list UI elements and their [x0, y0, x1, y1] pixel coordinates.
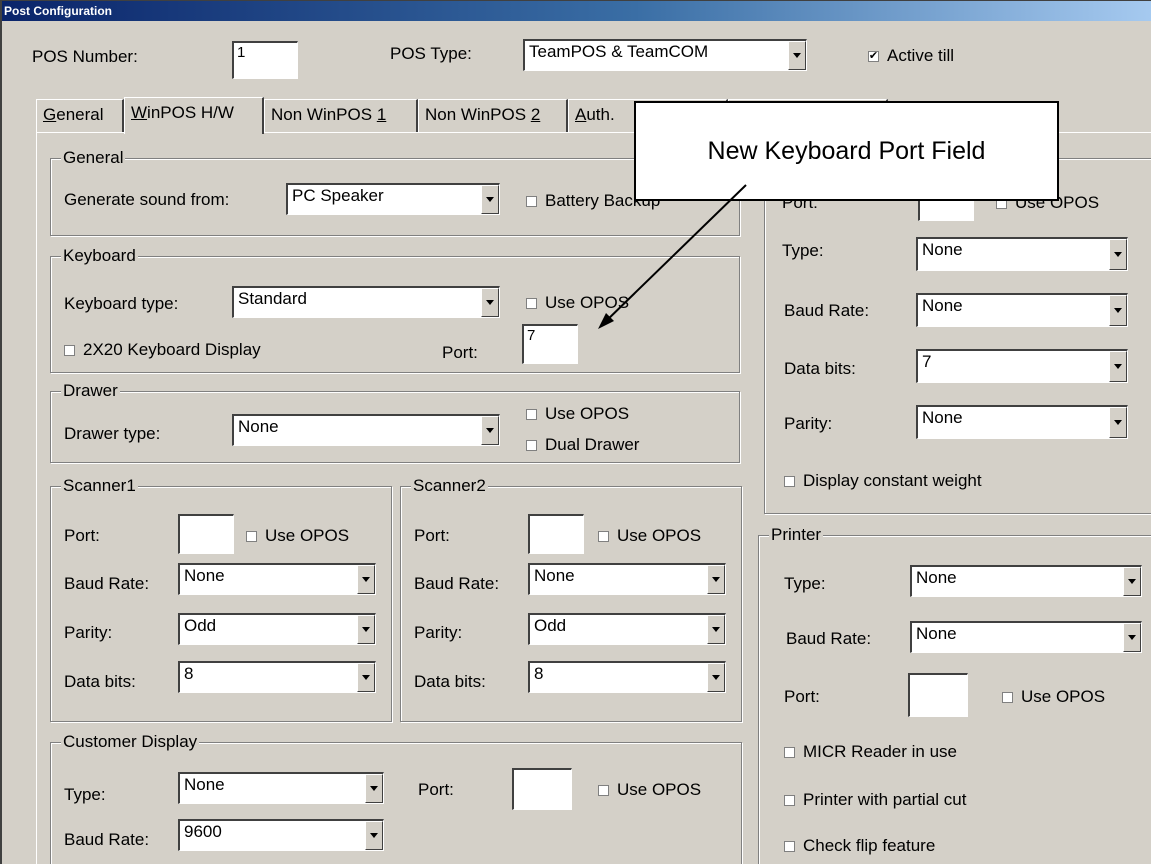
- post-configuration-window: Post Configuration POS Number: 1 POS Typ…: [0, 0, 1151, 864]
- tab-winpos-hw[interactable]: WinPOS H/W: [124, 97, 264, 134]
